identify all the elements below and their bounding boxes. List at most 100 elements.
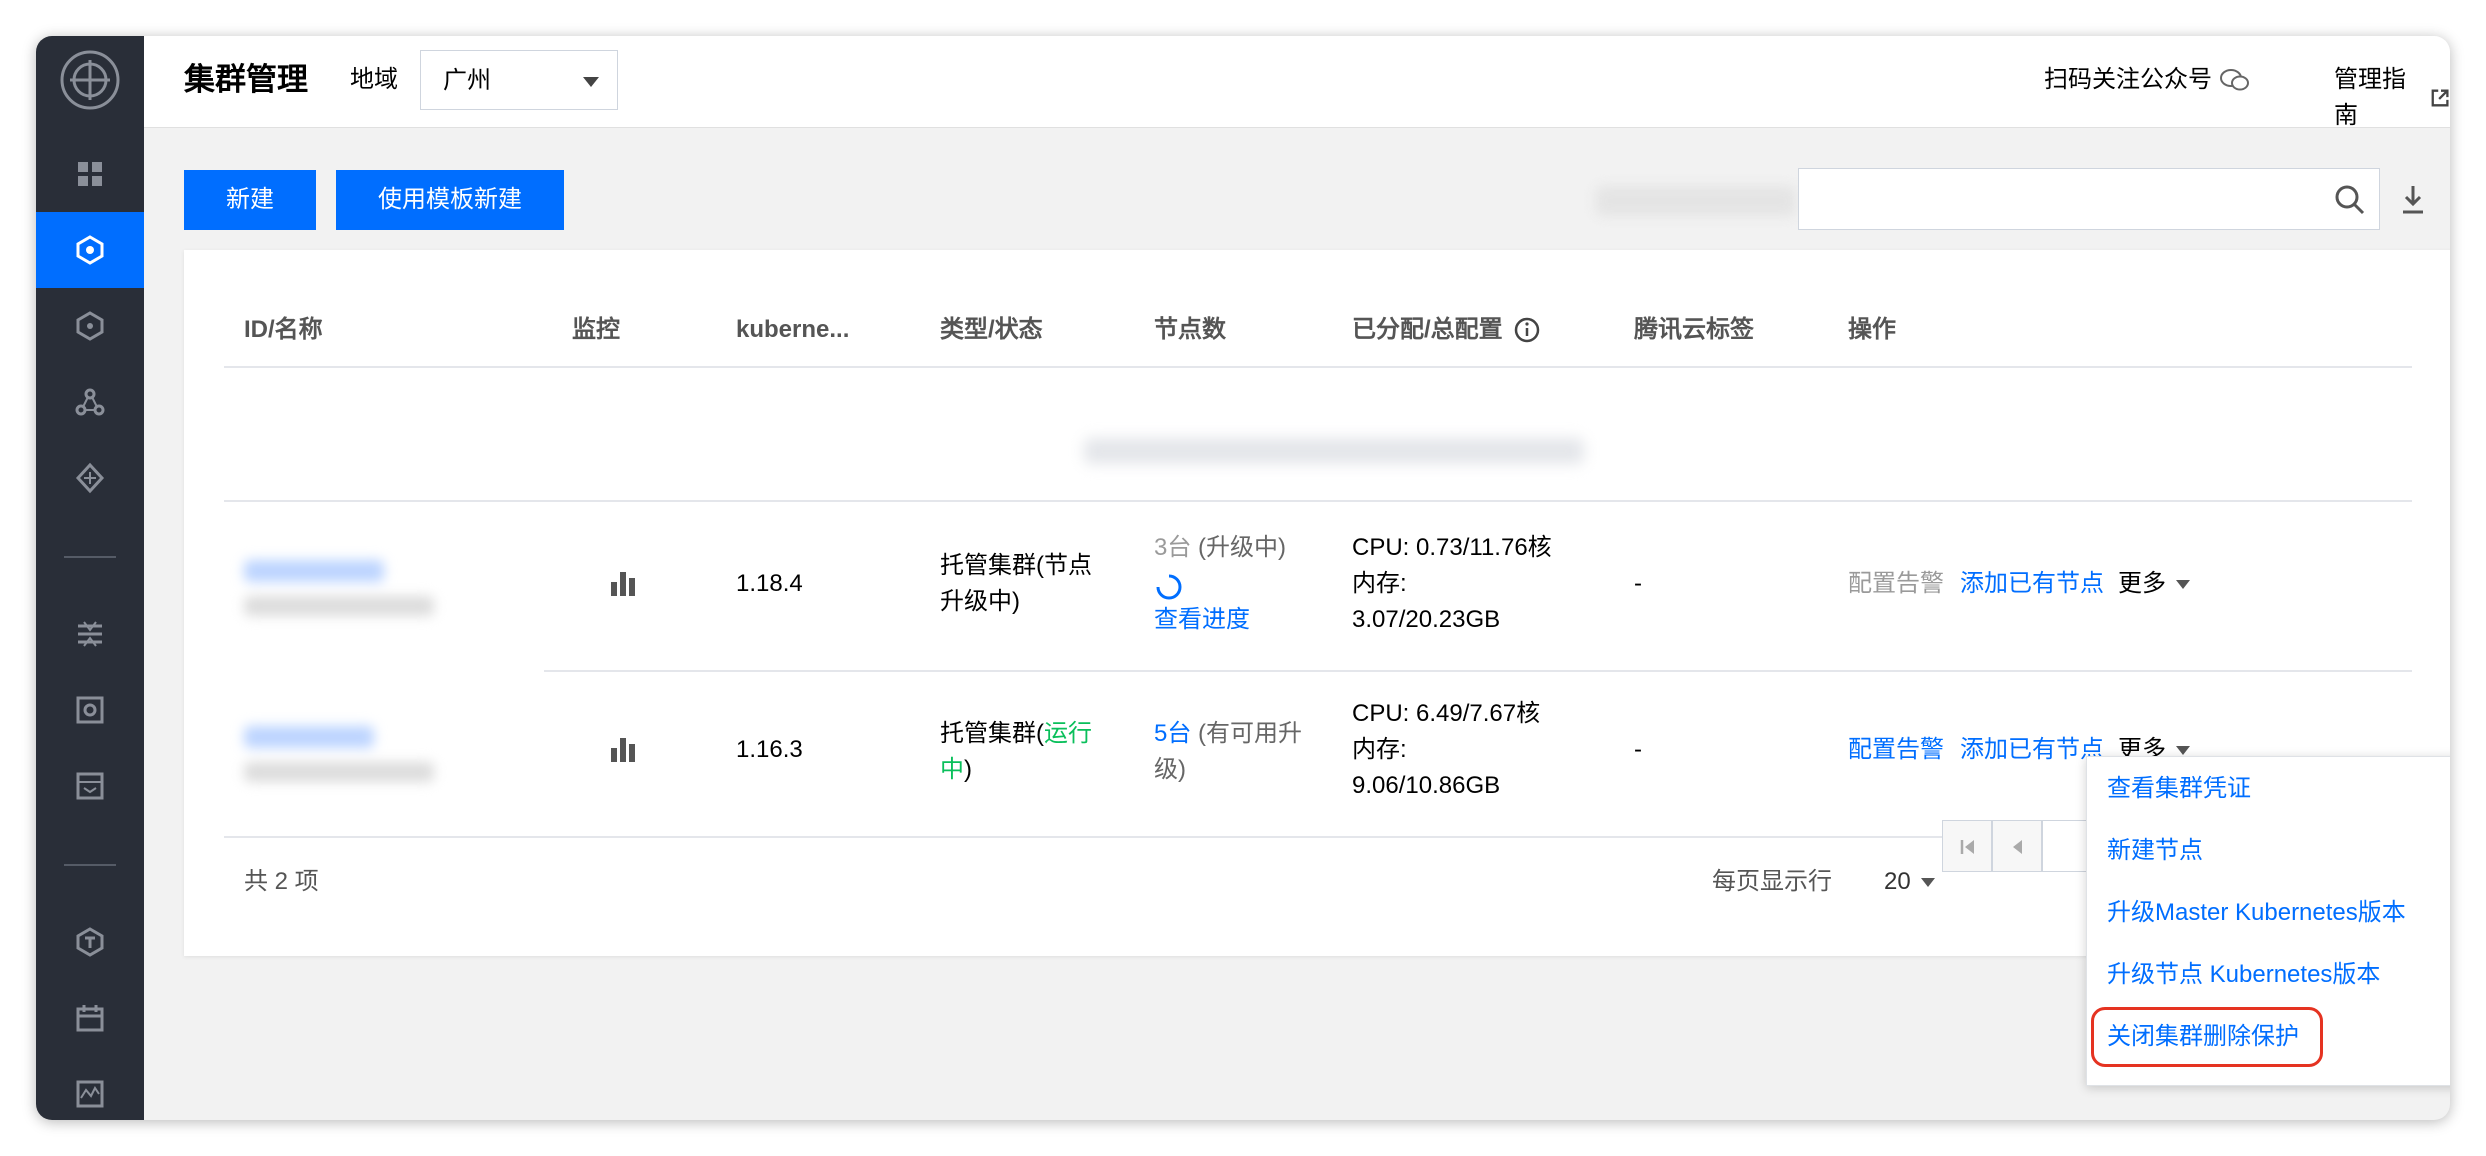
bar-chart-icon[interactable] xyxy=(608,734,638,764)
sidebar xyxy=(36,36,144,1120)
page-size-label: 每页显示行 xyxy=(1712,868,1832,895)
bar-chart-icon[interactable] xyxy=(608,568,638,598)
cluster-icon xyxy=(76,235,104,265)
node-status-line2: 级) xyxy=(1154,756,1186,783)
qr-follow-link[interactable]: 扫码关注公众号 xyxy=(2044,62,2250,98)
template-new-button[interactable]: 使用模板新建 xyxy=(336,170,564,230)
sidebar-item-storage[interactable] xyxy=(36,672,144,748)
sidebar-item-helm[interactable] xyxy=(36,364,144,440)
tke-icon xyxy=(76,927,104,957)
more-actions-dropdown[interactable]: 更多 xyxy=(2118,566,2190,602)
chevron-down-icon xyxy=(583,77,599,87)
cluster-type-suffix: ) xyxy=(964,756,972,783)
configure-alarm-link[interactable]: 配置告警 xyxy=(1848,732,1944,768)
cluster-type-line1: 托管集群(节点 xyxy=(940,552,1092,579)
cluster-type-status-line2: 中) xyxy=(940,752,972,788)
node-count-link[interactable]: 5台 xyxy=(1154,720,1191,747)
page-title: 集群管理 xyxy=(184,62,308,97)
region-label: 地域 xyxy=(350,66,398,93)
more-actions-label: 更多 xyxy=(2118,570,2166,597)
qr-follow-label: 扫码关注公众号 xyxy=(2044,66,2212,93)
add-existing-node-link[interactable]: 添加已有节点 xyxy=(1960,732,2104,768)
memory-allocation: 3.07/20.23GB xyxy=(1352,606,1501,633)
sidebar-divider xyxy=(64,864,116,866)
node-status: (升级中) xyxy=(1198,534,1287,561)
new-cluster-button[interactable]: 新建 xyxy=(184,170,316,230)
cpu-allocation: CPU: 6.49/7.67核 xyxy=(1352,700,1541,727)
application-icon xyxy=(76,311,104,341)
menu-item-view-credentials[interactable]: 查看集群凭证 xyxy=(2107,771,2251,807)
top-bar: 集群管理 地域 广州 扫码关注公众号 管理指南 xyxy=(144,36,2450,129)
column-header-node-count: 节点数 xyxy=(1154,316,1226,343)
add-existing-node-link[interactable]: 添加已有节点 xyxy=(1960,566,2104,602)
loading-spinner-icon xyxy=(1156,574,1182,600)
memory-label: 内存: xyxy=(1352,570,1407,597)
prev-page-button[interactable] xyxy=(1992,820,2042,872)
page-size-value: 20 xyxy=(1884,868,1911,895)
column-header-allocation-label: 已分配/总配置 xyxy=(1352,316,1503,343)
management-guide-link[interactable]: 管理指南 xyxy=(2334,62,2450,134)
sidebar-item-config[interactable] xyxy=(36,596,144,672)
first-page-button[interactable] xyxy=(1942,820,1992,872)
sidebar-item-tke[interactable] xyxy=(36,904,144,980)
cluster-type-status: 托管集群(运行 xyxy=(940,716,1092,752)
sidebar-item-event[interactable] xyxy=(36,980,144,1056)
registry-icon xyxy=(76,772,104,800)
column-header-type-status: 类型/状态 xyxy=(940,316,1043,343)
info-icon[interactable] xyxy=(1513,316,1541,344)
node-count: 3台 xyxy=(1154,534,1192,561)
more-actions-menu: 查看集群凭证 新建节点 升级Master Kubernetes版本 升级节点 K… xyxy=(2086,756,2450,1086)
network-icon xyxy=(75,462,105,494)
view-progress-link[interactable]: 查看进度 xyxy=(1154,602,1250,638)
column-header-allocation: 已分配/总配置 xyxy=(1352,312,1541,348)
caret-down-icon xyxy=(2176,579,2190,589)
cpu-allocation: CPU: 0.73/11.76核 xyxy=(1352,534,1552,561)
download-icon[interactable] xyxy=(2398,182,2428,216)
memory-allocation: 9.06/10.86GB xyxy=(1352,772,1501,799)
caret-down-icon xyxy=(1920,877,1935,887)
storage-icon xyxy=(76,696,104,724)
menu-item-upgrade-master[interactable]: 升级Master Kubernetes版本 xyxy=(2107,895,2406,931)
header-divider xyxy=(224,366,2412,368)
menu-item-upgrade-node[interactable]: 升级节点 Kubernetes版本 xyxy=(2107,957,2380,993)
kubernetes-version: 1.16.3 xyxy=(736,736,803,763)
external-link-icon xyxy=(2431,89,2449,107)
event-icon xyxy=(76,1005,104,1032)
memory-label: 内存: xyxy=(1352,736,1407,763)
sidebar-item-cluster[interactable] xyxy=(36,212,144,288)
node-status: (有可用升 xyxy=(1198,720,1303,747)
column-header-tags: 腾讯云标签 xyxy=(1634,316,1754,343)
first-page-icon xyxy=(1960,840,1974,854)
page-size-select[interactable]: 20 xyxy=(1884,864,1935,900)
cluster-id-link[interactable] xyxy=(244,726,374,748)
configure-alarm-link[interactable]: 配置告警 xyxy=(1848,566,1944,602)
helm-icon xyxy=(75,388,105,416)
column-header-actions: 操作 xyxy=(1848,316,1896,343)
menu-item-disable-deletion-protection[interactable]: 关闭集群删除保护 xyxy=(2107,1019,2299,1055)
menu-item-new-node[interactable]: 新建节点 xyxy=(2107,833,2203,869)
sidebar-item-network[interactable] xyxy=(36,440,144,516)
cluster-id-link[interactable] xyxy=(244,560,384,582)
sidebar-item-overview[interactable] xyxy=(36,136,144,212)
column-header-id-name: ID/名称 xyxy=(244,316,323,343)
row-divider xyxy=(544,670,2412,672)
search-input[interactable] xyxy=(1798,168,2380,230)
monitor-icon xyxy=(76,1080,104,1108)
prev-page-icon xyxy=(2013,840,2022,854)
wechat-icon xyxy=(2220,69,2249,91)
region-select[interactable]: 广州 xyxy=(420,50,618,110)
cluster-name xyxy=(244,762,434,782)
tags-value: - xyxy=(1634,736,1642,763)
sidebar-item-monitor[interactable] xyxy=(36,1056,144,1120)
search-icon[interactable] xyxy=(2333,183,2367,217)
region-select-value: 广州 xyxy=(443,67,491,94)
search-filter-label xyxy=(1596,186,1796,216)
column-header-monitor: 监控 xyxy=(572,316,620,343)
sidebar-item-application[interactable] xyxy=(36,288,144,364)
app-window: 集群管理 地域 广州 扫码关注公众号 管理指南 新建 使用模板新建 ID/名称 … xyxy=(36,36,2450,1120)
product-logo-icon[interactable] xyxy=(58,48,122,112)
sidebar-item-registry[interactable] xyxy=(36,748,144,824)
kubernetes-version: 1.18.4 xyxy=(736,570,803,597)
cluster-status-running: 运行 xyxy=(1044,720,1092,747)
config-icon xyxy=(78,621,102,647)
